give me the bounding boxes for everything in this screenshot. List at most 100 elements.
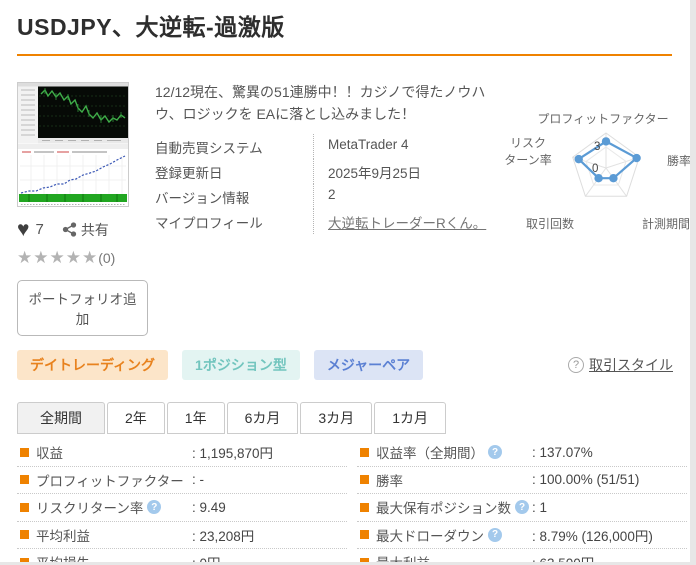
- product-media-column: ♥ 7 共有 ★★★★★(0) ポートフォリオ追加: [17, 82, 148, 336]
- help-icon[interactable]: ?: [515, 500, 529, 514]
- stat-label: リスクリターン率: [36, 497, 143, 517]
- tab-period-2[interactable]: 2年: [107, 402, 165, 434]
- spec-row: バージョン情報2: [155, 184, 487, 209]
- stat-value: : -: [192, 472, 204, 487]
- stat-label-wrap: 最大ドローダウン?: [360, 525, 532, 545]
- radar-axis-label-trade-count: 取引回数: [526, 215, 574, 232]
- spec-label: マイプロフィール: [155, 209, 313, 234]
- spec-label: 自動売買システム: [155, 134, 313, 159]
- tag-badge[interactable]: 1ポジション型: [182, 350, 300, 380]
- stat-label: 収益率（全期間）: [376, 442, 484, 462]
- radar-axis-label-period: 計測期間: [642, 215, 690, 232]
- orange-square-bullet-icon: [360, 530, 369, 539]
- spec-value: 2: [313, 184, 487, 209]
- tab-period-6[interactable]: 1カ月: [374, 402, 446, 434]
- stat-label-wrap: 平均利益: [20, 525, 192, 545]
- stat-label: 収益: [36, 442, 63, 462]
- help-icon[interactable]: ?: [488, 528, 502, 542]
- stat-value: : 9.49: [192, 500, 226, 515]
- period-tabs: 全期間2年1年6カ月3カ月1カ月: [17, 402, 678, 434]
- stat-row: 最大ドローダウン?: 8.79% (126,000円): [357, 522, 687, 550]
- share-label: 共有: [81, 220, 109, 240]
- product-summary-section: ♥ 7 共有 ★★★★★(0) ポートフォリオ追加 12/12現在、驚異の51連…: [17, 82, 678, 336]
- spec-label: バージョン情報: [155, 184, 313, 209]
- rating-row[interactable]: ★★★★★(0): [17, 248, 148, 268]
- product-description: 12/12現在、驚異の51連勝中！！カジノで得たノウハウ、ロジックを EAに落と…: [155, 82, 487, 125]
- stat-value: : 8.79% (126,000円): [532, 525, 653, 545]
- stat-label-wrap: 収益率（全期間）?: [360, 442, 532, 462]
- share-icon: [62, 222, 77, 237]
- product-info-column: 12/12現在、驚異の51連勝中！！カジノで得たノウハウ、ロジックを EAに落と…: [155, 82, 487, 336]
- stats-column-left: 収益: 1,195,870円プロフィットファクター: -リスクリターン率?: 9…: [17, 439, 347, 562]
- product-page: USDJPY、大逆転-過激版: [0, 0, 690, 562]
- tab-period-5[interactable]: 3カ月: [300, 402, 372, 434]
- stats-table: 収益: 1,195,870円プロフィットファクター: -リスクリターン率?: 9…: [17, 439, 678, 562]
- stat-label: プロフィットファクター: [36, 470, 184, 490]
- stat-value: : 1: [532, 500, 547, 515]
- stat-label: 最大ドローダウン: [376, 525, 484, 545]
- stat-label: 勝率: [376, 470, 403, 490]
- spec-value: MetaTrader 4: [313, 134, 487, 159]
- like-heart-icon[interactable]: ♥: [17, 219, 29, 240]
- stat-label: 最大利益: [376, 552, 430, 562]
- tag-badge[interactable]: デイトレーディング: [17, 350, 168, 380]
- radar-tick-high: 3: [594, 141, 600, 153]
- stat-label-wrap: プロフィットファクター: [20, 470, 192, 490]
- stat-label: 平均損失: [36, 552, 90, 562]
- stat-label-wrap: 収益: [20, 442, 192, 462]
- orange-square-bullet-icon: [360, 475, 369, 484]
- orange-square-bullet-icon: [20, 530, 29, 539]
- stat-row: 平均利益 : 23,208円: [17, 522, 347, 550]
- radar-axis-label-profit-factor: プロフィットファクター: [493, 110, 690, 127]
- spec-value: 2025年9月25日: [313, 159, 487, 184]
- help-icon[interactable]: ?: [488, 445, 502, 459]
- orange-square-bullet-icon: [20, 503, 29, 512]
- tag-list: デイトレーディング 1ポジション型メジャーペア: [17, 350, 437, 380]
- tags-row: デイトレーディング 1ポジション型メジャーペア ? 取引スタイル: [17, 350, 678, 380]
- add-portfolio-button[interactable]: ポートフォリオ追加: [17, 280, 148, 336]
- stat-row: 平均損失: 0円: [17, 549, 347, 562]
- like-count: 7: [35, 221, 43, 238]
- stat-label-wrap: 最大保有ポジション数?: [360, 497, 532, 517]
- tab-period-1[interactable]: 全期間: [17, 402, 105, 434]
- tag-badge[interactable]: メジャーペア: [314, 350, 423, 380]
- radar-column: プロフィットファクター 勝率 計測期間 取引回数 リスク ターン率 3 0: [487, 82, 690, 336]
- spec-row: 自動売買システムMetaTrader 4: [155, 134, 487, 159]
- spec-table: 自動売買システムMetaTrader 4登録更新日2025年9月25日バージョン…: [155, 134, 487, 234]
- stat-label: 平均利益: [36, 525, 90, 545]
- stat-label-wrap: 最大利益: [360, 552, 532, 562]
- stat-label-wrap: リスクリターン率?: [20, 497, 192, 517]
- tab-period-3[interactable]: 1年: [167, 402, 225, 434]
- spec-value: 大逆転トレーダーRくん。: [313, 209, 487, 234]
- spec-row: マイプロフィール大逆転トレーダーRくん。: [155, 209, 487, 234]
- orange-square-bullet-icon: [360, 558, 369, 562]
- social-row: ♥ 7 共有: [17, 219, 148, 240]
- profile-link[interactable]: 大逆転トレーダーRくん。: [328, 216, 486, 231]
- stat-label: 最大保有ポジション数: [376, 497, 511, 517]
- stat-value: : 63,500円: [532, 552, 594, 562]
- stat-value: : 23,208円: [192, 525, 254, 545]
- tab-period-4[interactable]: 6カ月: [227, 402, 299, 434]
- stat-row: 勝率 : 100.00% (51/51): [357, 467, 687, 495]
- orange-square-bullet-icon: [20, 475, 29, 484]
- backtest-chart-thumbnail[interactable]: [17, 82, 129, 207]
- trade-style-link[interactable]: ? 取引スタイル: [568, 355, 673, 375]
- stat-row: リスクリターン率?: 9.49: [17, 494, 347, 522]
- stat-value: : 100.00% (51/51): [532, 472, 639, 487]
- radar-tick-low: 0: [592, 163, 598, 175]
- spec-row: 登録更新日2025年9月25日: [155, 159, 487, 184]
- stat-row: 収益: 1,195,870円: [17, 439, 347, 467]
- rating-count: (0): [98, 250, 115, 266]
- spec-label: 登録更新日: [155, 159, 313, 184]
- stat-value: : 137.07%: [532, 445, 593, 460]
- orange-square-bullet-icon: [20, 558, 29, 562]
- radar-axis-label-win-rate: 勝率: [667, 152, 690, 169]
- question-circle-icon: ?: [568, 357, 584, 373]
- stat-row: 最大利益 : 63,500円: [357, 549, 687, 562]
- stat-row: 最大保有ポジション数?: 1: [357, 494, 687, 522]
- title-divider: [17, 54, 672, 56]
- help-icon[interactable]: ?: [147, 500, 161, 514]
- stat-row: プロフィットファクター : -: [17, 467, 347, 495]
- share-button[interactable]: 共有: [62, 220, 109, 240]
- stats-column-right: 収益率（全期間）?: 137.07%勝率: 100.00% (51/51)最大保…: [357, 439, 687, 562]
